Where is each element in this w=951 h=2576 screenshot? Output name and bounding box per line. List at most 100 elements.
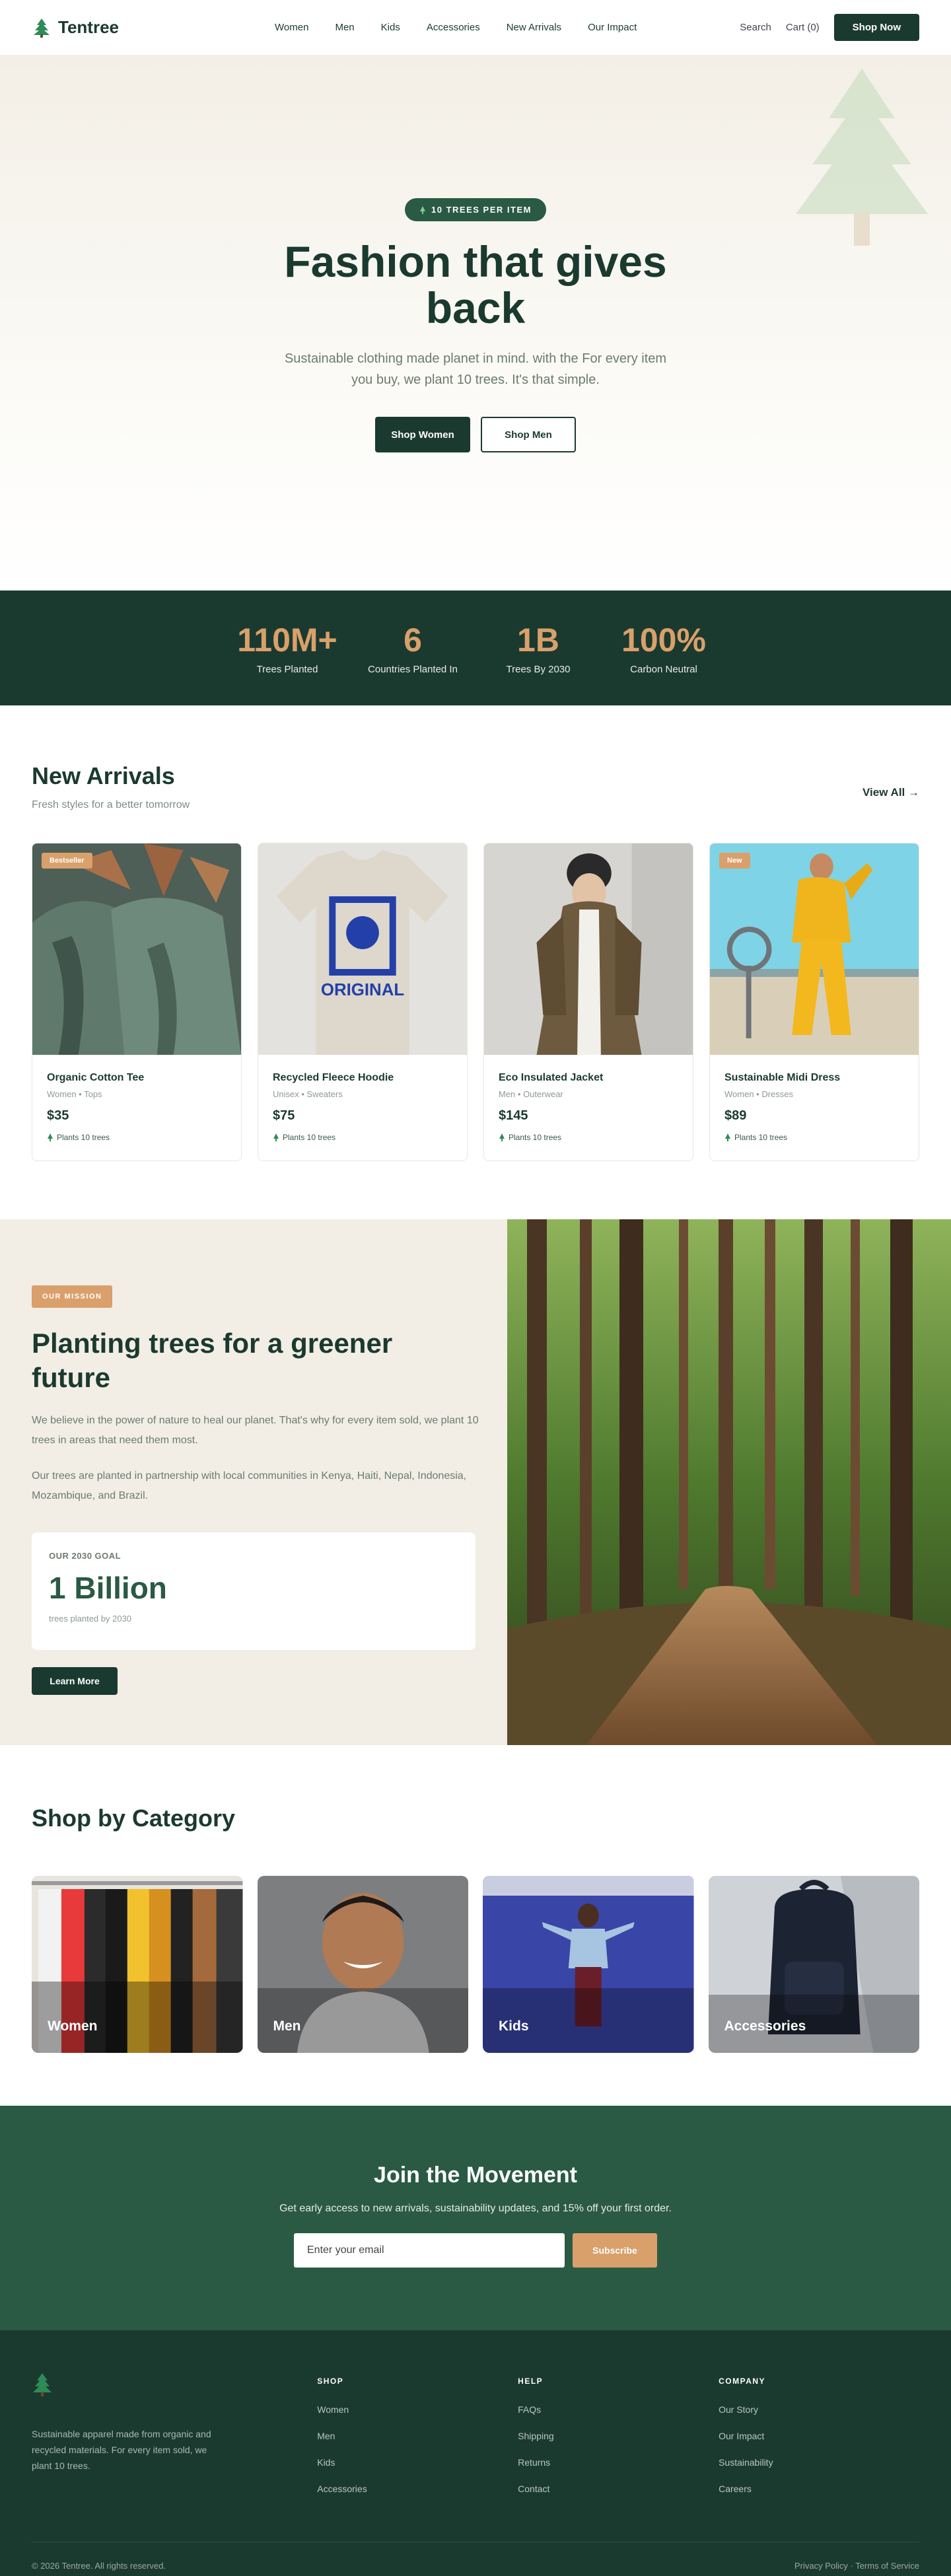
footer-link[interactable]: Men: [317, 2431, 518, 2441]
goal-subtext: trees planted by 2030: [49, 1614, 132, 1624]
nav-link-new-arrivals[interactable]: New Arrivals: [507, 22, 561, 33]
stat-value: 6: [404, 621, 422, 659]
decorative-tree-icon: [796, 69, 928, 246]
stat-label: Trees By 2030: [506, 663, 571, 675]
goal-card: OUR 2030 GOAL 1 Billion trees planted by…: [32, 1532, 476, 1650]
search-link[interactable]: Search: [740, 22, 771, 33]
newsletter-subtitle: Get early access to new arrivals, sustai…: [279, 2203, 672, 2214]
goal-value: 1 Billion: [49, 1571, 167, 1605]
category-card-men[interactable]: Men: [257, 1876, 468, 2053]
email-input[interactable]: [294, 2233, 565, 2268]
footer-link[interactable]: Returns: [518, 2457, 719, 2468]
product-price: $145: [499, 1108, 528, 1123]
trees-label: Plants 10 trees: [283, 1133, 336, 1142]
stat-item: 1B Trees By 2030: [476, 622, 601, 675]
section-title: Shop by Category: [32, 1805, 236, 1832]
trees-note: Plants 10 trees: [724, 1133, 904, 1142]
product-card[interactable]: ORIGINAL Recycled Fleece Hoodie Unisex •…: [258, 843, 468, 1161]
product-image[interactable]: ORIGINAL: [258, 843, 467, 1055]
footer-link[interactable]: Our Impact: [719, 2431, 919, 2441]
section-title: New Arrivals: [32, 762, 175, 789]
shop-now-button[interactable]: Shop Now: [833, 14, 919, 41]
product-price: $75: [273, 1108, 295, 1123]
product-price: $35: [47, 1108, 69, 1123]
hero-section: 10 TREES PER ITEM Fashion that gives bac…: [0, 55, 951, 590]
product-card[interactable]: New Sustainable Midi Dress Women • Dress…: [709, 843, 919, 1161]
footer-col-title: HELP: [518, 2377, 544, 2386]
legal-links[interactable]: Privacy Policy · Terms of Service: [794, 2561, 919, 2571]
product-image[interactable]: [484, 843, 693, 1055]
jacket-model-icon: [484, 843, 693, 1055]
footer-link[interactable]: Shipping: [518, 2431, 719, 2441]
nav-link-kids[interactable]: Kids: [381, 22, 400, 33]
shop-women-button[interactable]: Shop Women: [375, 417, 470, 452]
footer-bottom-bar: © 2026 Tentree. All rights reserved. Pri…: [32, 2542, 919, 2571]
footer-link[interactable]: Women: [317, 2404, 518, 2415]
mission-title: Planting trees for a greener future: [32, 1328, 393, 1393]
category-label: Women: [48, 2019, 98, 2034]
category-grid: Women Men Kids Accessories: [32, 1876, 919, 2053]
tree-logo-icon: [33, 2373, 52, 2396]
mission-content: OUR MISSION Planting trees for a greener…: [0, 1219, 507, 1745]
learn-more-button[interactable]: Learn More: [32, 1667, 118, 1695]
nav-link-accessories[interactable]: Accessories: [427, 22, 480, 33]
product-image[interactable]: Bestseller: [32, 843, 241, 1055]
stat-label: Trees Planted: [256, 663, 318, 675]
trees-label: Plants 10 trees: [734, 1133, 788, 1142]
nav-link-our-impact[interactable]: Our Impact: [588, 22, 637, 33]
tree-icon: [499, 1133, 505, 1141]
product-category: Women • Dresses: [724, 1089, 794, 1099]
forest-path-icon: [507, 1219, 951, 1745]
nav-actions: Search Cart (0) Shop Now: [740, 14, 919, 41]
footer-link[interactable]: Careers: [719, 2484, 919, 2494]
trees-label: Plants 10 trees: [57, 1133, 110, 1142]
bestseller-badge: Bestseller: [42, 853, 92, 869]
product-name[interactable]: Recycled Fleece Hoodie: [273, 1072, 452, 1084]
section-subtitle: Fresh styles for a better tomorrow: [32, 799, 190, 810]
hero-title: Fashion that gives back: [284, 237, 667, 332]
trees-note: Plants 10 trees: [499, 1133, 678, 1142]
nav-link-men[interactable]: Men: [335, 22, 354, 33]
footer-link[interactable]: FAQs: [518, 2404, 719, 2415]
brand-name: Tentree: [58, 17, 119, 37]
footer-about: Sustainable apparel made from organic an…: [32, 2429, 211, 2471]
stat-item: 110M+ Trees Planted: [225, 622, 350, 675]
brand-logo[interactable]: Tentree: [32, 17, 119, 38]
mission-paragraph: Our trees are planted in partnership wit…: [32, 1470, 467, 1501]
footer-col-title: COMPANY: [719, 2377, 766, 2386]
trees-note: Plants 10 trees: [273, 1133, 452, 1142]
footer-link[interactable]: Accessories: [317, 2484, 518, 2494]
graphic-tshirt-icon: ORIGINAL: [258, 843, 467, 1055]
cart-link[interactable]: Cart (0): [786, 22, 820, 33]
impact-stats: 110M+ Trees Planted 6 Countries Planted In…: [0, 590, 951, 705]
footer-link[interactable]: Our Story: [719, 2404, 919, 2415]
stat-label: Carbon Neutral: [630, 663, 697, 675]
nav-link-women[interactable]: Women: [275, 22, 308, 33]
tree-icon: [48, 1133, 53, 1141]
trees-label: Plants 10 trees: [509, 1133, 562, 1142]
category-card-accessories[interactable]: Accessories: [708, 1876, 919, 2053]
product-card[interactable]: Eco Insulated Jacket Men • Outerwear $14…: [483, 843, 693, 1161]
shop-men-button[interactable]: Shop Men: [481, 417, 576, 452]
product-card[interactable]: Bestseller Organic Cotton Tee Women • To…: [32, 843, 242, 1161]
product-category: Women • Tops: [47, 1089, 102, 1099]
view-all-link[interactable]: View All →: [863, 786, 919, 799]
newsletter-title: Join the Movement: [374, 2163, 577, 2188]
product-info: Recycled Fleece Hoodie Unisex • Sweaters…: [258, 1055, 467, 1159]
footer-columns: Sustainable apparel made from organic an…: [32, 2373, 919, 2494]
category-card-kids[interactable]: Kids: [483, 1876, 694, 2053]
subscribe-button[interactable]: Subscribe: [573, 2233, 657, 2268]
product-name[interactable]: Organic Cotton Tee: [47, 1072, 227, 1084]
category-card-women[interactable]: Women: [32, 1876, 243, 2053]
product-name[interactable]: Eco Insulated Jacket: [499, 1072, 678, 1084]
footer-col-title: SHOP: [317, 2377, 344, 2386]
footer-link[interactable]: Contact: [518, 2484, 719, 2494]
product-info: Eco Insulated Jacket Men • Outerwear $14…: [484, 1055, 693, 1159]
footer-link[interactable]: Kids: [317, 2457, 518, 2468]
mission-paragraph: We believe in the power of nature to hea…: [32, 1415, 479, 1446]
product-image[interactable]: New: [710, 843, 919, 1055]
footer-link[interactable]: Sustainability: [719, 2457, 919, 2468]
newsletter-form: Subscribe: [0, 2233, 951, 2268]
product-name[interactable]: Sustainable Midi Dress: [724, 1072, 904, 1084]
footer-col-company: COMPANY Our Story Our Impact Sustainabil…: [719, 2373, 919, 2494]
